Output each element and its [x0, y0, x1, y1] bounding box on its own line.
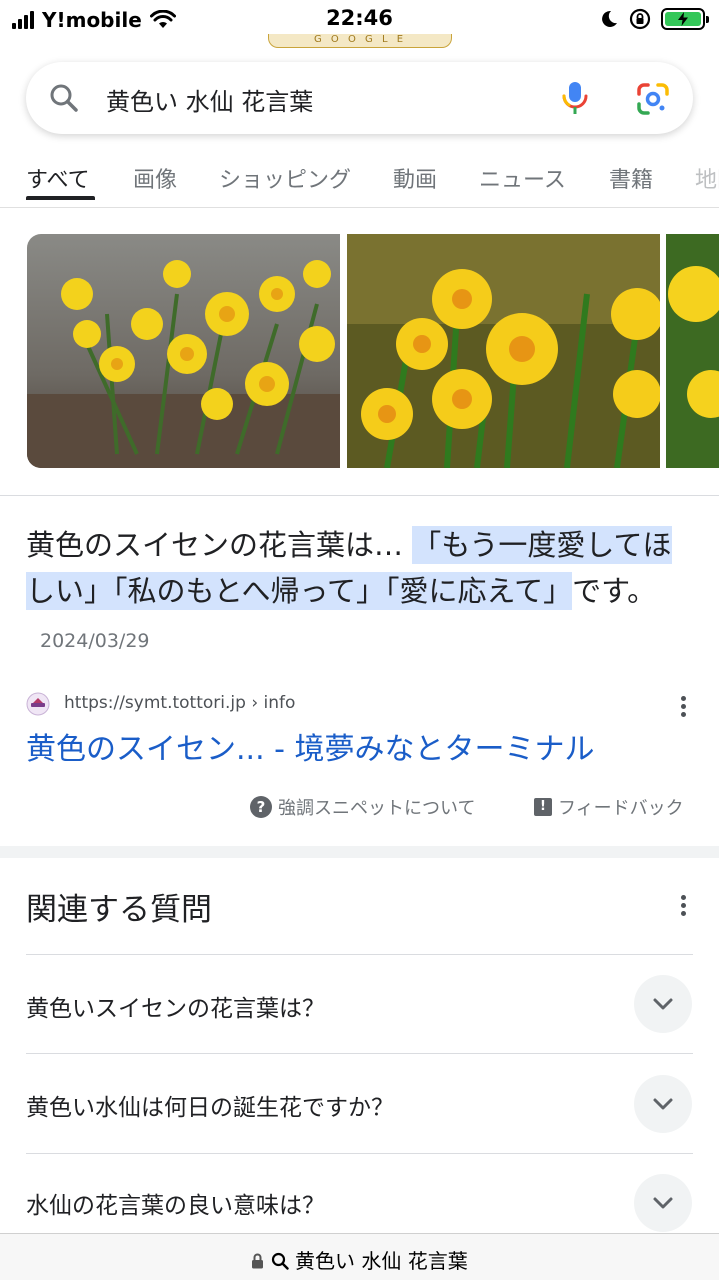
about-snippet-button[interactable]: ? 強調スニペットについて: [250, 794, 475, 820]
daffodil-image-3[interactable]: [666, 234, 719, 468]
paa-more-options-icon[interactable]: [680, 895, 686, 919]
source-url[interactable]: https://symt.tottori.jp › info: [64, 693, 295, 713]
lock-icon: [252, 1253, 264, 1269]
daffodil-image-1[interactable]: [27, 234, 340, 468]
result-title-link[interactable]: 黄色のスイセン... - 境夢みなとターミナル: [26, 724, 595, 768]
tab-videos[interactable]: 動画: [393, 162, 437, 194]
chevron-down-icon[interactable]: [634, 1174, 692, 1232]
paa-divider: [26, 1153, 693, 1154]
address-bar-content[interactable]: 黄色い 水仙 花言葉: [0, 1245, 719, 1274]
search-tabs: すべて 画像 ショッピング 動画 ニュース 書籍 地図: [0, 158, 719, 208]
snippet-tail: です。: [572, 574, 657, 608]
battery-icon: [661, 8, 709, 30]
paa-question-2[interactable]: 黄色い水仙は何日の誕生花ですか？: [26, 1088, 394, 1122]
section-separator: [0, 846, 719, 858]
tab-shopping[interactable]: ショッピング: [219, 162, 351, 194]
search-icon[interactable]: [48, 82, 80, 114]
tab-maps[interactable]: 地図: [695, 162, 719, 194]
google-doodle[interactable]: G O O G L E: [268, 34, 452, 48]
paa-question-3[interactable]: 水仙の花言葉の良い意味は？: [26, 1186, 325, 1220]
help-icon: ?: [250, 796, 272, 818]
tab-books[interactable]: 書籍: [609, 162, 653, 194]
chevron-down-icon[interactable]: [634, 1075, 692, 1133]
feedback-button[interactable]: ! フィードバック: [534, 794, 684, 820]
paa-question-1[interactable]: 黄色いスイセンの花言葉は？: [26, 989, 325, 1023]
result-source[interactable]: https://symt.tottori.jp › info: [26, 690, 694, 720]
tab-news[interactable]: ニュース: [479, 162, 566, 194]
feedback-label: フィードバック: [558, 798, 684, 819]
search-icon: [271, 1252, 289, 1270]
mic-icon[interactable]: [560, 80, 590, 116]
snippet-date: 2024/03/29: [40, 630, 150, 652]
image-carousel: [0, 234, 719, 468]
tab-images[interactable]: 画像: [133, 162, 177, 194]
featured-snippet-text: 黄色のスイセンの花言葉は… 「もう一度愛してほしい」「私のもとへ帰って」「愛に応…: [26, 522, 694, 664]
paa-divider: [26, 1053, 693, 1054]
about-snippet-label: 強調スニペットについて: [278, 798, 476, 819]
moon-icon: [602, 10, 617, 27]
rotation-lock-icon: [629, 8, 651, 30]
paa-title: 関連する質問: [26, 892, 212, 928]
search-box[interactable]: 黄色い 水仙 花言葉: [26, 62, 693, 134]
snippet-lead: 黄色のスイセンの花言葉は…: [26, 528, 413, 562]
chevron-down-icon[interactable]: [634, 975, 692, 1033]
address-bar-query: 黄色い 水仙 花言葉: [295, 1249, 468, 1273]
paa-divider: [26, 954, 693, 955]
result-title-text[interactable]: 黄色のスイセン... - 境夢みなとターミナル: [26, 732, 595, 767]
daffodil-image-2[interactable]: [347, 234, 660, 468]
search-input[interactable]: 黄色い 水仙 花言葉: [106, 82, 313, 117]
browser-address-bar[interactable]: 黄色い 水仙 花言葉: [0, 1233, 719, 1280]
status-right: [599, 8, 709, 30]
google-lens-icon[interactable]: [636, 82, 670, 116]
tab-all[interactable]: すべて: [26, 162, 90, 194]
snippet-footer: ? 強調スニペットについて ! フィードバック: [250, 794, 700, 820]
more-options-icon[interactable]: [680, 696, 686, 720]
feedback-icon: !: [534, 798, 552, 816]
site-favicon: [26, 692, 50, 716]
active-tab-indicator: [26, 196, 95, 200]
divider: [0, 495, 719, 496]
